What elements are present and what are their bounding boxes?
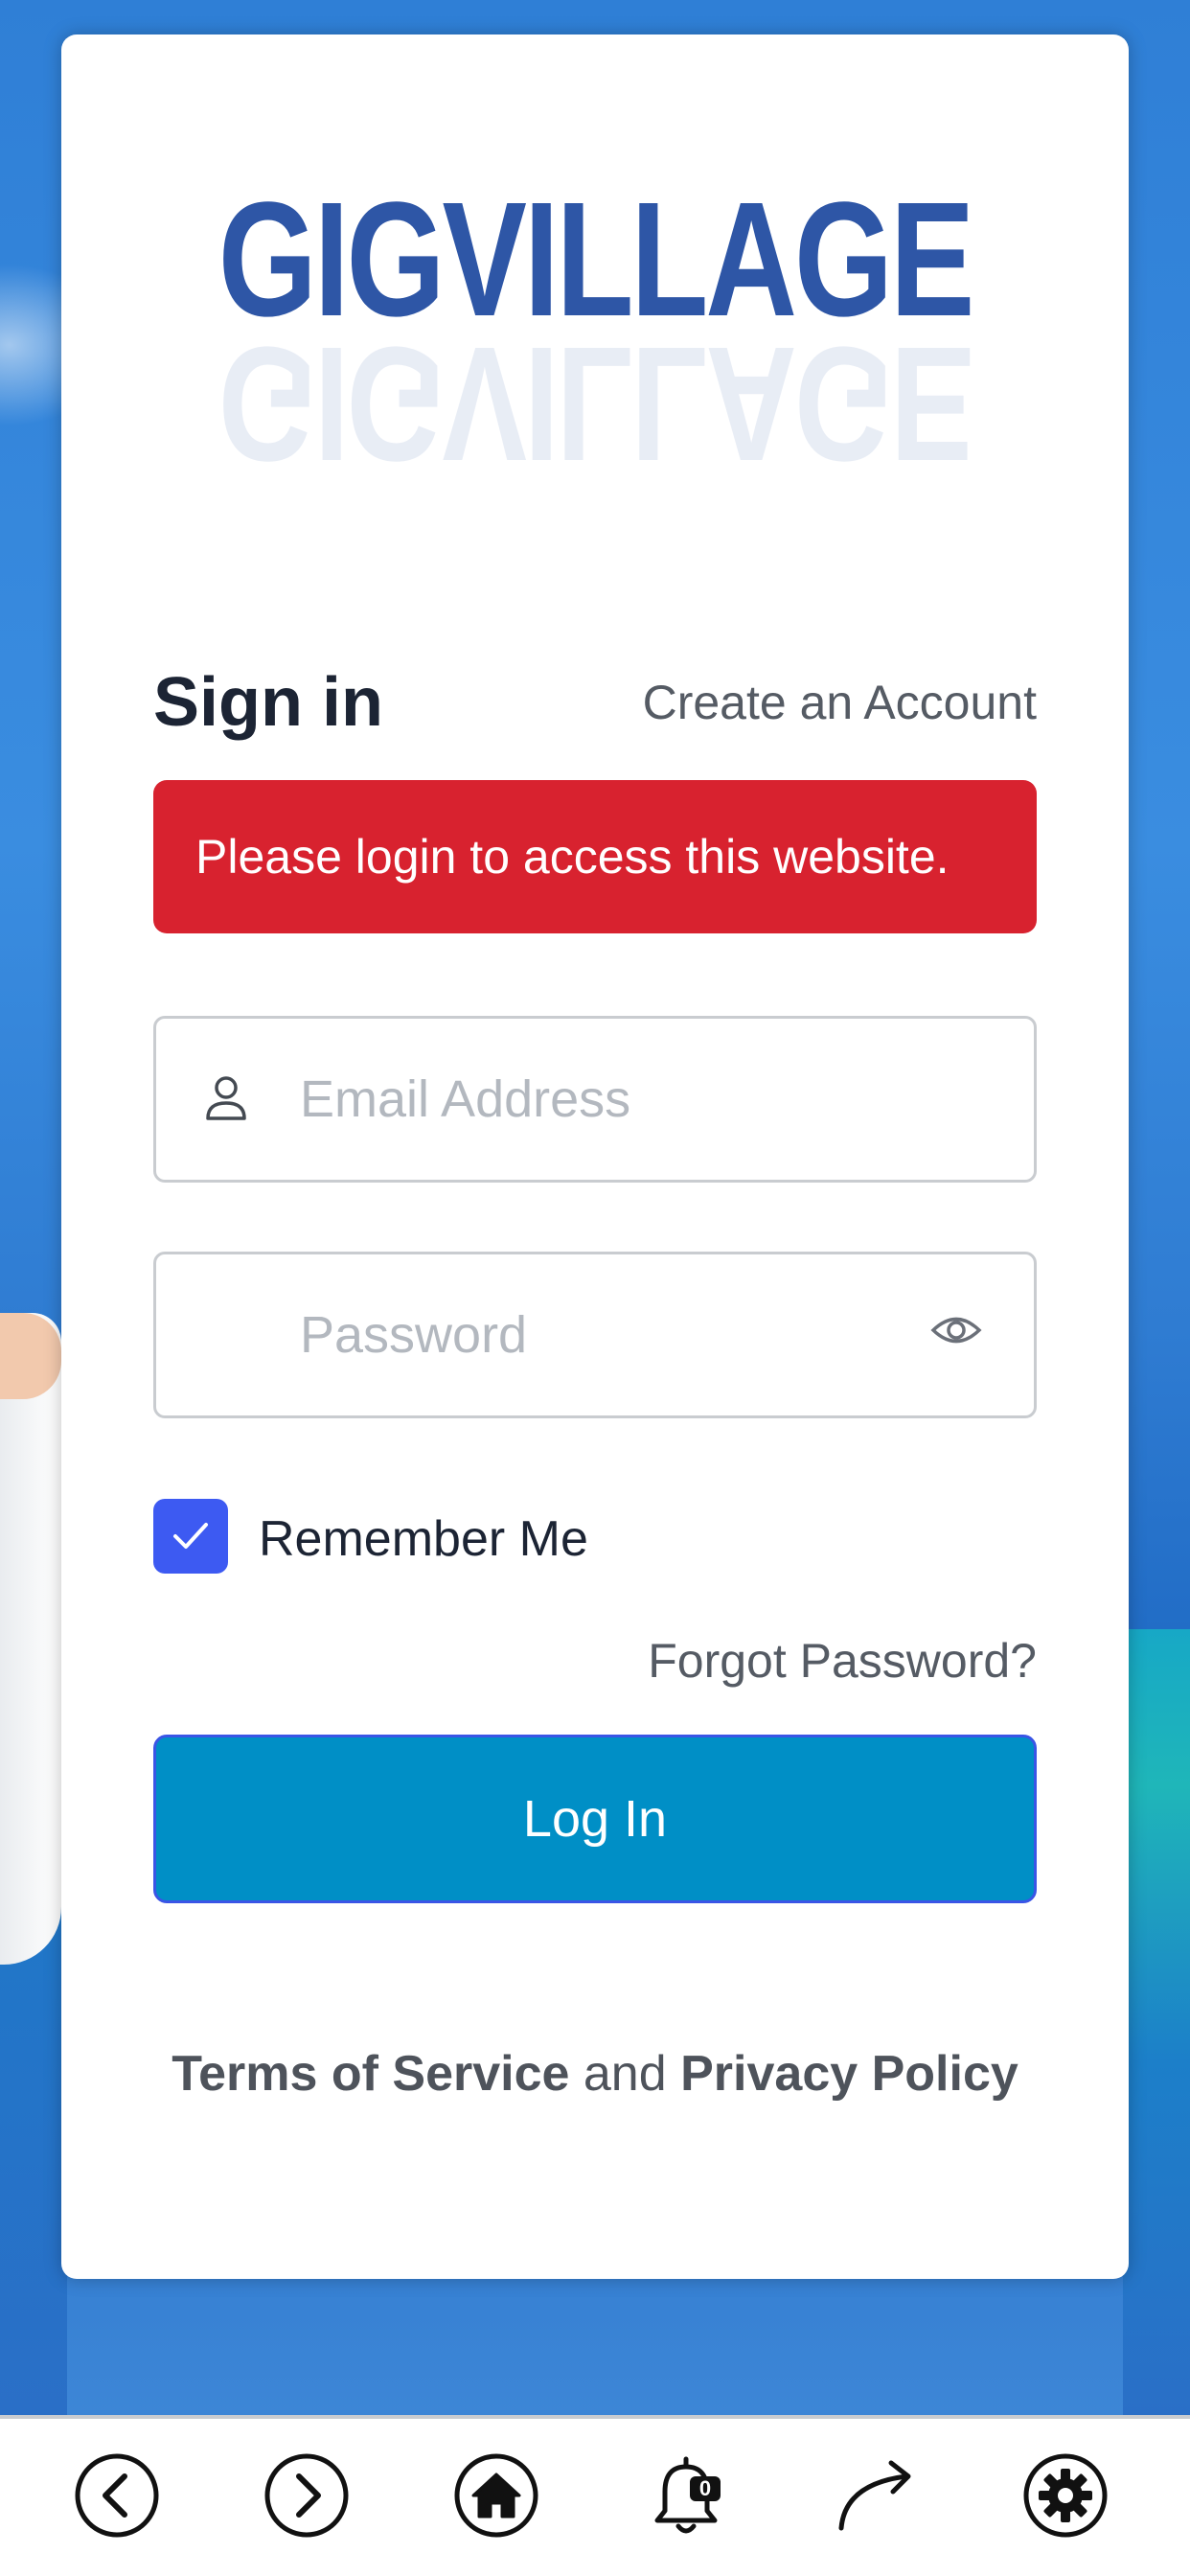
privacy-policy-link[interactable]: Privacy Policy xyxy=(680,2046,1018,2102)
settings-icon xyxy=(1023,2453,1108,2538)
settings-button[interactable] xyxy=(1021,2451,1110,2540)
login-button[interactable]: Log In xyxy=(153,1735,1037,1903)
remember-me-checkbox[interactable] xyxy=(153,1499,228,1574)
password-field[interactable]: Password xyxy=(153,1252,1037,1418)
share-button[interactable] xyxy=(832,2451,920,2540)
terms-of-service-link[interactable]: Terms of Service xyxy=(172,2046,569,2102)
login-required-alert: Please login to access this website. xyxy=(153,780,1037,933)
user-icon xyxy=(204,1074,248,1122)
bottom-navigation-bar: 0 xyxy=(0,2415,1190,2576)
notifications-button[interactable]: 0 xyxy=(642,2451,730,2540)
email-placeholder: Email Address xyxy=(300,1070,631,1128)
home-icon xyxy=(454,2453,538,2538)
page-title: Sign in xyxy=(153,664,383,741)
eye-icon[interactable] xyxy=(930,1304,982,1356)
forward-button[interactable] xyxy=(263,2451,351,2540)
password-placeholder: Password xyxy=(300,1306,528,1364)
alert-text: Please login to access this website. xyxy=(195,830,950,884)
notification-count-badge: 0 xyxy=(699,2476,711,2500)
back-button[interactable] xyxy=(73,2451,161,2540)
logo-reflection: GIGVILLAGE xyxy=(217,312,973,494)
background-figure xyxy=(0,1313,61,1965)
remember-me-label[interactable]: Remember Me xyxy=(259,1510,588,1568)
share-icon xyxy=(838,2460,911,2531)
login-card: GIGVILLAGE GIGVILLAGE Sign in Create an … xyxy=(61,34,1129,2279)
legal-and-text: and xyxy=(583,2046,667,2102)
back-icon xyxy=(75,2453,159,2538)
background-sea-right xyxy=(1123,1629,1190,2415)
email-field[interactable]: Email Address xyxy=(153,1016,1037,1183)
create-account-link[interactable]: Create an Account xyxy=(643,675,1037,730)
forward-icon xyxy=(264,2453,349,2538)
checkmark-icon xyxy=(173,1523,208,1549)
forgot-password-link[interactable]: Forgot Password? xyxy=(648,1633,1037,1689)
legal-links: Terms of Service and Privacy Policy xyxy=(61,2045,1129,2103)
home-button[interactable] xyxy=(452,2451,540,2540)
bell-icon: 0 xyxy=(654,2456,721,2534)
